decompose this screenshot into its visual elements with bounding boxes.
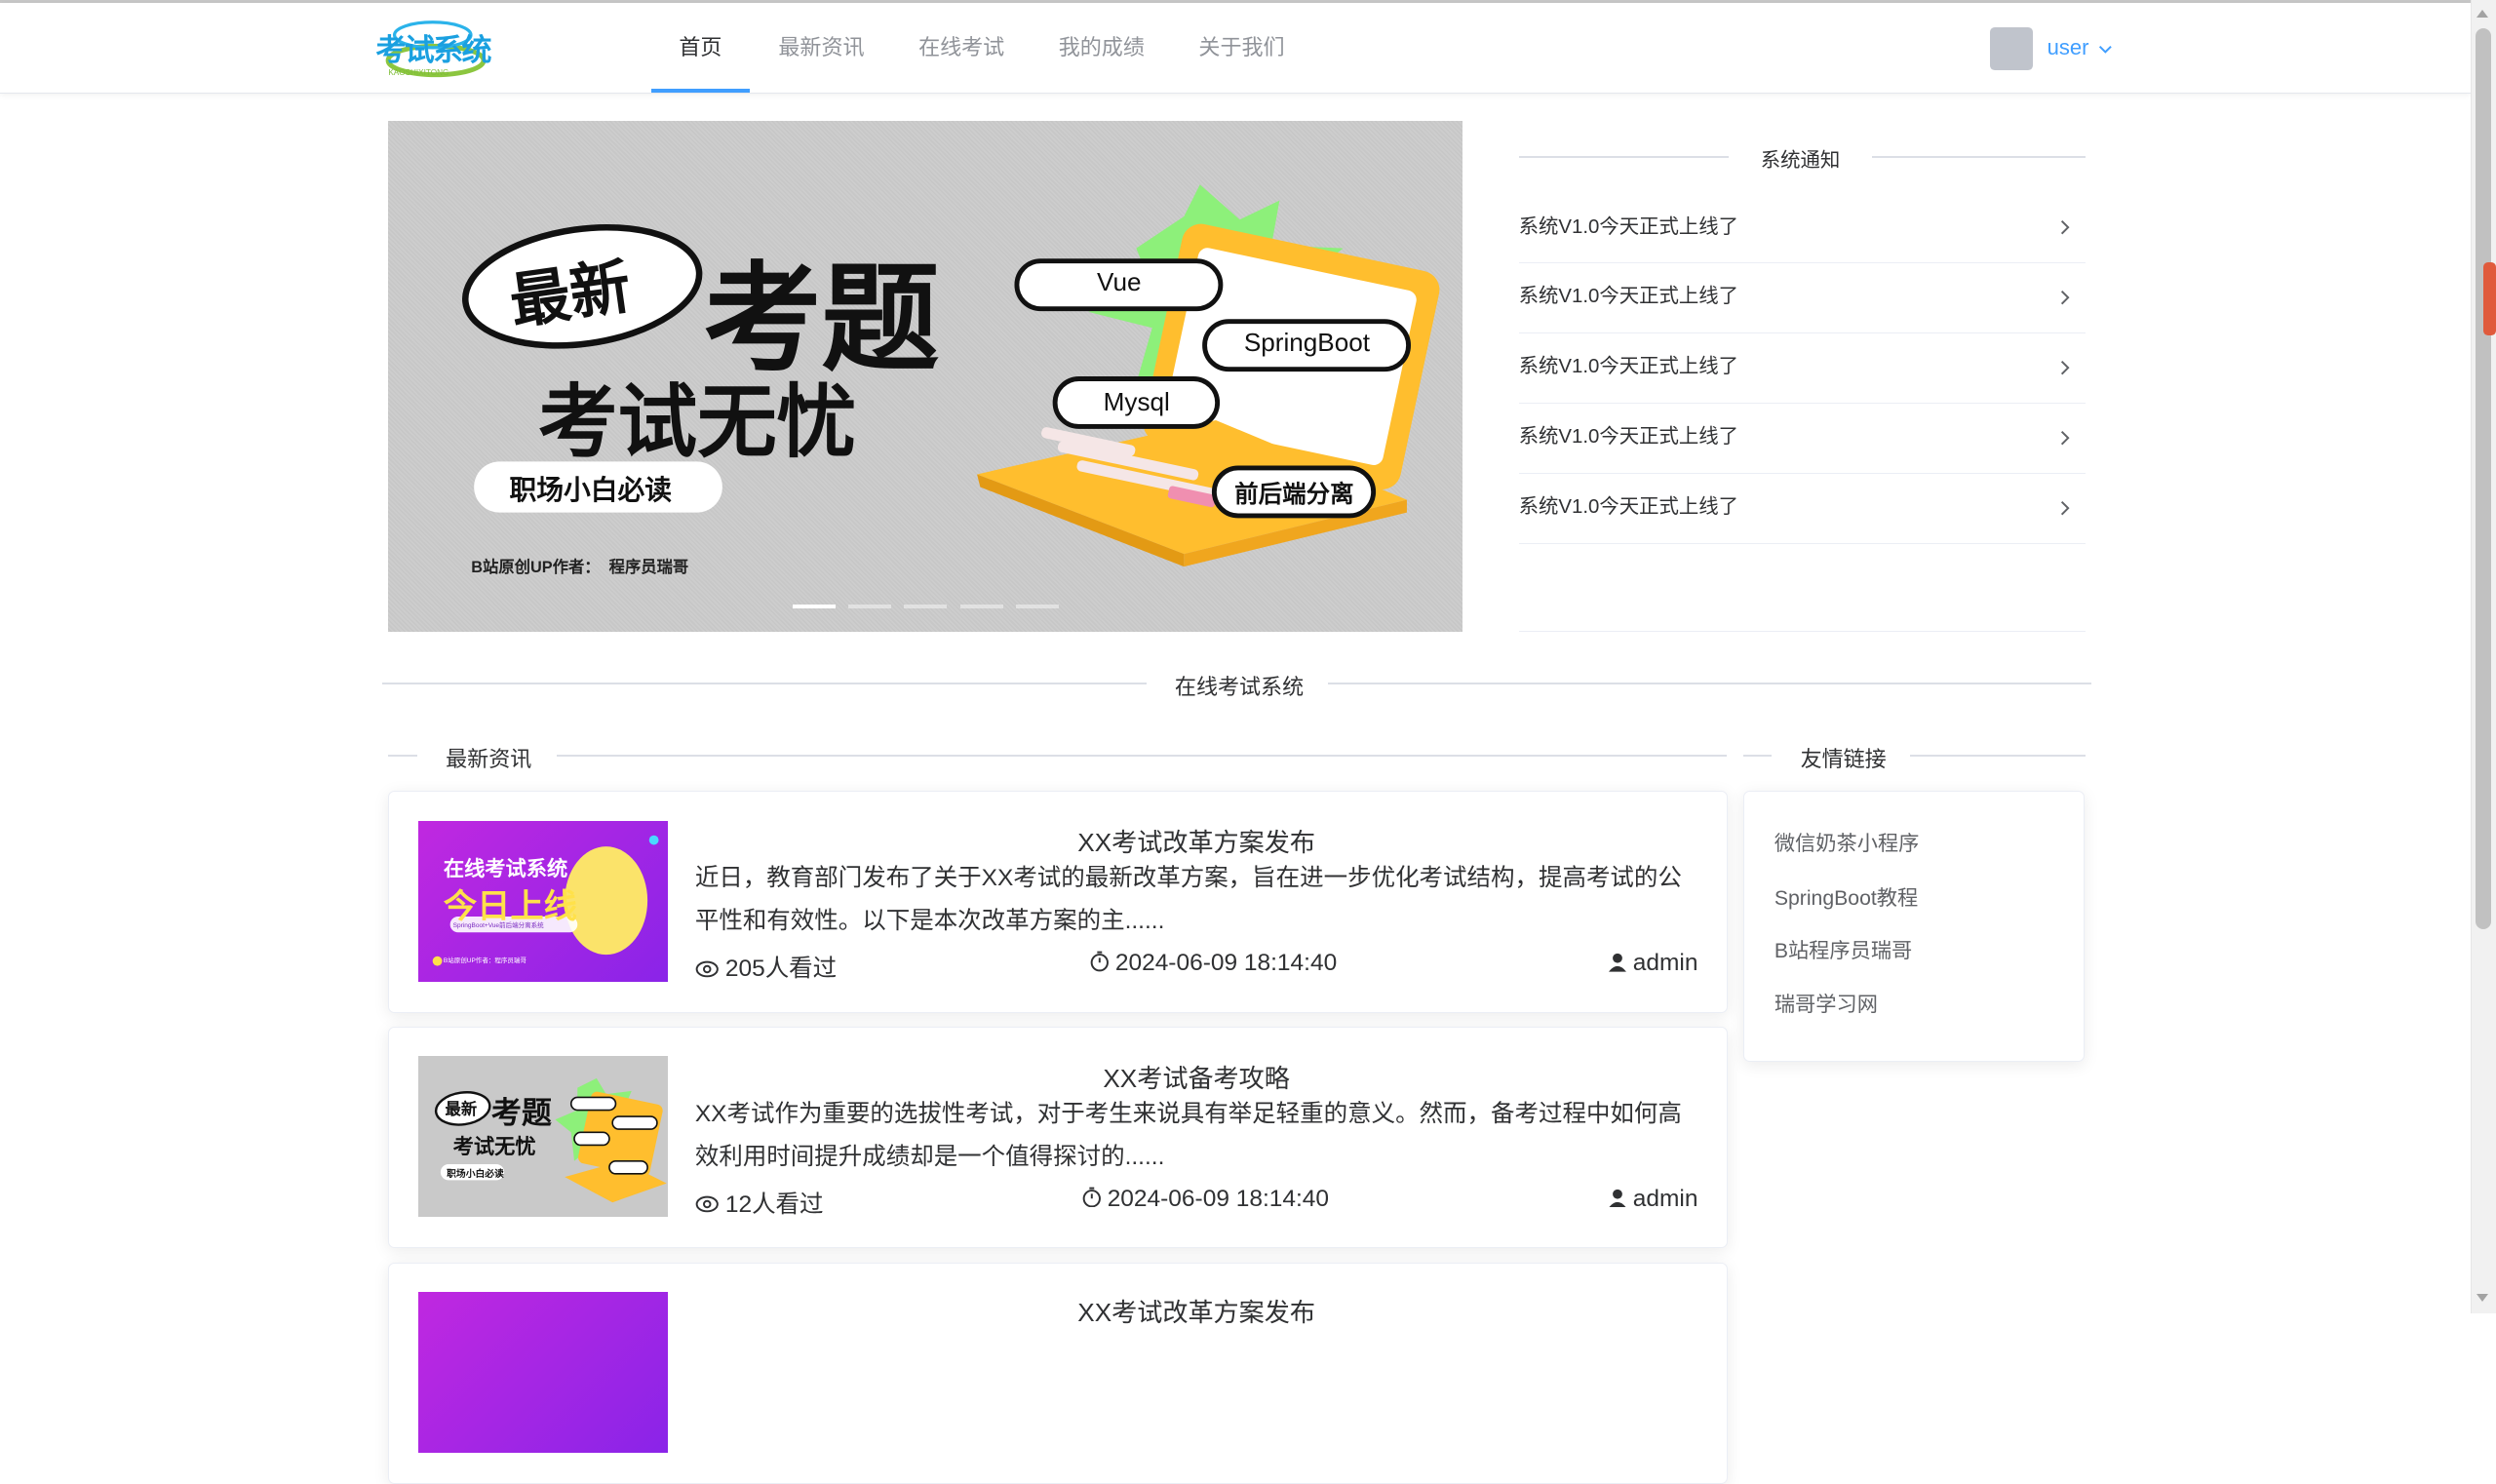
news-views: 12人看过 — [695, 1186, 824, 1220]
divider-line — [1910, 754, 2086, 757]
friend-links-panel: 微信奶茶小程序 SpringBoot教程 B站程序员瑞哥 瑞哥学习网 — [1742, 791, 2085, 1063]
carousel-indicator[interactable] — [1015, 605, 1059, 608]
notice-item[interactable]: 系统V1.0今天正式上线了 — [1518, 403, 2086, 474]
news-time: 2024-06-09 18:14:40 — [1082, 1186, 1329, 1213]
notice-text: 系统V1.0今天正式上线了 — [1518, 356, 1739, 378]
notices-bottom-border — [1518, 630, 2086, 633]
stopwatch-icon — [1090, 952, 1109, 972]
eye-icon — [695, 960, 719, 978]
scroll-down-arrow-icon[interactable] — [2476, 1294, 2489, 1303]
chevron-right-icon — [2060, 220, 2070, 235]
nav-home[interactable]: 首页 — [650, 3, 750, 93]
news-title[interactable]: XX考试改革方案发布 — [695, 822, 1698, 859]
scrollbar-marker — [2483, 262, 2496, 336]
news-views-text: 12人看过 — [724, 1191, 824, 1218]
chevron-right-icon — [2060, 291, 2070, 305]
news-card[interactable]: 最新 考题 考试无忧 职场小白必读 XX考试备考攻略 XX考试作为重要的选拔性考… — [388, 1027, 1728, 1249]
carousel-indicator[interactable] — [959, 605, 1003, 608]
divider-line — [1742, 754, 1773, 757]
news-time-text: 2024-06-09 18:14:40 — [1107, 1185, 1330, 1212]
banner-tag-mysql: Mysql — [1103, 386, 1170, 416]
banner-tag-vue: Vue — [1097, 267, 1142, 297]
news-thumbnail[interactable] — [417, 1292, 669, 1453]
user-icon — [1609, 1189, 1627, 1208]
news-thumbnail[interactable]: 在线考试系统 今日上线 SpringBoot+Vue前后端分离系统 B站原创UP… — [417, 820, 669, 982]
news-views: 205人看过 — [695, 950, 837, 984]
thumbnail-text-small: SpringBoot+Vue前后端分离系统 — [452, 922, 544, 930]
news-author: admin — [1599, 1186, 1697, 1213]
nav-about[interactable]: 关于我们 — [1195, 3, 1288, 92]
notice-item[interactable]: 系统V1.0今天正式上线了 — [1518, 473, 2086, 544]
news-summary: XX考试作为重要的选拔性考试，对于考生来说具有举足轻重的意义。然而，备考过程中如… — [694, 1101, 1682, 1171]
logo-text: 考试系统 — [375, 33, 491, 68]
notices-heading: 系统通知 — [1760, 142, 1841, 173]
banner-pill-text: 职场小白必读 — [509, 475, 672, 505]
divider-line — [1327, 683, 2092, 685]
chevron-right-icon — [2060, 360, 2070, 375]
section-title: 在线考试系统 — [1174, 670, 1305, 702]
news-title[interactable]: XX考试改革方案发布 — [695, 1292, 1698, 1329]
carousel-indicator[interactable] — [904, 605, 948, 608]
thumbnail-pill-text: 职场小白必读 — [447, 1169, 504, 1181]
banner-tag-frontend-backend: 前后端分离 — [1234, 482, 1354, 509]
banner-carousel[interactable]: 最新 考题 考试无忧 职场小白必读 B站原创UP作者： 程序员瑞哥 Vue Sp… — [388, 121, 1463, 633]
top-navbar: 考试系统 KAOSHIXITONG 首页 最新资讯 在线考试 我的成绩 关于我们… — [0, 3, 2471, 94]
friend-link[interactable]: SpringBoot教程 — [1774, 881, 1918, 912]
thumbnail-text-foot: B站原创UP作者：程序员瑞哥 — [443, 957, 526, 964]
carousel-indicator[interactable] — [848, 605, 892, 608]
notice-text: 系统V1.0今天正式上线了 — [1518, 286, 1739, 308]
links-heading: 友情链接 — [1800, 741, 1887, 773]
news-author: admin — [1599, 950, 1697, 977]
news-views-text: 205人看过 — [724, 956, 838, 983]
user-icon — [1609, 953, 1627, 972]
divider-line — [381, 683, 1147, 685]
banner-author: B站原创UP作者： 程序员瑞哥 — [471, 559, 689, 577]
friend-link[interactable]: B站程序员瑞哥 — [1774, 934, 1912, 964]
thumbnail-text-line3: 考试无忧 — [452, 1135, 536, 1158]
notice-text: 系统V1.0今天正式上线了 — [1518, 215, 1739, 238]
divider-line — [557, 754, 1728, 757]
news-time: 2024-06-09 18:14:40 — [1090, 950, 1337, 977]
notice-item[interactable]: 系统V1.0今天正式上线了 — [1518, 262, 2086, 334]
site-logo[interactable]: 考试系统 KAOSHIXITONG — [375, 13, 496, 89]
news-time-text: 2024-06-09 18:14:40 — [1114, 950, 1338, 977]
banner-badge-text: 最新 — [505, 251, 636, 338]
news-heading: 最新资讯 — [446, 741, 532, 773]
nav-news[interactable]: 最新资讯 — [775, 3, 868, 92]
carousel-indicator[interactable] — [793, 605, 837, 608]
chevron-right-icon — [2060, 430, 2070, 446]
news-card[interactable]: XX考试改革方案发布 — [388, 1262, 1728, 1484]
notice-item[interactable]: 系统V1.0今天正式上线了 — [1518, 193, 2086, 264]
notice-item[interactable]: 系统V1.0今天正式上线了 — [1518, 332, 2086, 405]
nav-online-exam[interactable]: 在线考试 — [916, 3, 1008, 92]
notice-text: 系统V1.0今天正式上线了 — [1518, 495, 1739, 518]
news-summary: 近日，教育部门发布了关于XX考试的最新改革方案，旨在进一步优化考试结构，提高考试… — [694, 865, 1682, 935]
notice-text: 系统V1.0今天正式上线了 — [1518, 426, 1739, 449]
scrollbar-thumb[interactable] — [2475, 28, 2492, 930]
friend-link[interactable]: 瑞哥学习网 — [1774, 988, 1878, 1018]
divider-line — [1518, 156, 1730, 158]
banner-subheadline: 考试无忧 — [537, 375, 857, 469]
news-author-text: admin — [1632, 950, 1698, 977]
news-card[interactable]: 在线考试系统 今日上线 SpringBoot+Vue前后端分离系统 B站原创UP… — [388, 791, 1728, 1013]
friend-link[interactable]: 微信奶茶小程序 — [1774, 827, 1920, 857]
eye-icon — [695, 1196, 719, 1213]
divider-line — [1872, 156, 2086, 158]
news-thumbnail[interactable]: 最新 考题 考试无忧 职场小白必读 — [417, 1056, 669, 1218]
stopwatch-icon — [1082, 1187, 1101, 1208]
chevron-right-icon — [2060, 500, 2070, 516]
news-title[interactable]: XX考试备考攻略 — [695, 1058, 1698, 1095]
thumbnail-text-line2: 考题 — [490, 1096, 552, 1131]
chevron-down-icon[interactable] — [2098, 45, 2113, 55]
logo-subtext: KAOSHIXITONG — [388, 68, 449, 78]
avatar[interactable] — [1989, 26, 2033, 70]
thumbnail-text-line1: 最新 — [445, 1101, 478, 1119]
news-author-text: admin — [1632, 1185, 1698, 1212]
user-menu-label[interactable]: user — [2048, 3, 2089, 92]
banner-tag-springboot: SpringBoot — [1243, 328, 1371, 358]
divider-line — [388, 754, 417, 757]
scroll-up-arrow-icon[interactable] — [2476, 9, 2489, 18]
nav-my-scores[interactable]: 我的成绩 — [1055, 3, 1148, 92]
